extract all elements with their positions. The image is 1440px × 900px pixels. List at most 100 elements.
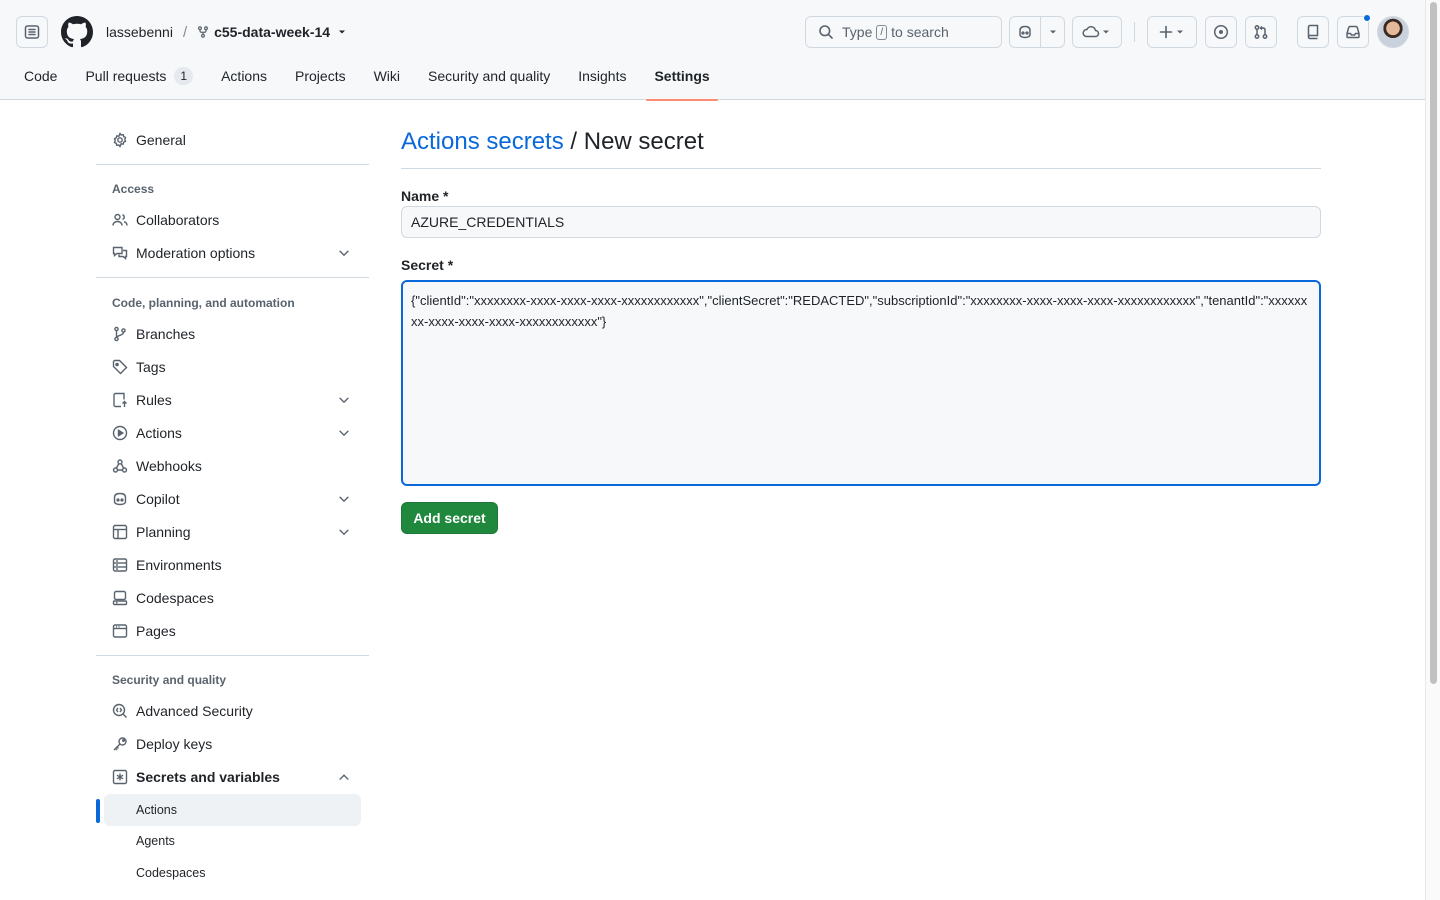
- tab-wiki[interactable]: Wiki: [366, 58, 408, 100]
- issue-opened-icon: [1213, 24, 1229, 40]
- tab-actions[interactable]: Actions: [213, 58, 275, 100]
- tab-projects[interactable]: Projects: [287, 58, 354, 100]
- sidebar-item-planning[interactable]: Planning: [104, 516, 361, 548]
- repo-dropdown-icon[interactable]: [336, 26, 348, 38]
- chevron-down-icon: [339, 496, 349, 503]
- pull-requests-button[interactable]: [1245, 16, 1277, 48]
- git-pull-request-icon: [1254, 25, 1268, 39]
- browser-icon: [112, 623, 128, 639]
- sidebar-item-advanced-security[interactable]: Advanced Security: [104, 695, 361, 727]
- secret-field-label: Secret *: [401, 257, 454, 273]
- scrollbar-thumb[interactable]: [1430, 2, 1437, 684]
- create-new-button[interactable]: [1147, 16, 1197, 48]
- sidebar-item-secrets-label: Secrets and variables: [136, 769, 280, 785]
- sidebar-item-pages[interactable]: Pages: [104, 615, 361, 647]
- name-field-label: Name *: [401, 188, 449, 204]
- page-scrollbar[interactable]: [1425, 0, 1440, 900]
- git-branch-icon: [112, 326, 128, 342]
- tab-code-label: Code: [24, 68, 58, 84]
- sidebar-item-secrets-and-variables[interactable]: Secrets and variables: [104, 761, 361, 793]
- user-avatar[interactable]: [1377, 16, 1409, 48]
- repo-push-icon: [112, 392, 128, 408]
- global-header: lassebenni / c55-data-week-14 Type / to …: [0, 0, 1425, 101]
- menu-button[interactable]: [16, 16, 48, 48]
- sidebar-heading-security: Security and quality: [112, 673, 227, 687]
- tab-wiki-label: Wiki: [373, 68, 401, 84]
- sidebar-item-codespaces[interactable]: Codespaces: [104, 582, 361, 614]
- search-placeholder-post: to search: [891, 24, 949, 40]
- header-top-row: lassebenni / c55-data-week-14 Type / to …: [16, 14, 1409, 49]
- sidebar-item-general[interactable]: General: [104, 124, 361, 156]
- issues-button[interactable]: [1205, 16, 1237, 48]
- secret-value-textarea[interactable]: {"clientId":"xxxxxxxx-xxxx-xxxx-xxxx-xxx…: [401, 280, 1321, 486]
- tab-projects-label: Projects: [295, 68, 346, 84]
- sidebar-subitem-codespaces[interactable]: Codespaces: [104, 857, 361, 889]
- sidebar-item-pages-label: Pages: [136, 623, 176, 639]
- tab-security-and-quality[interactable]: Security and quality: [420, 58, 558, 100]
- secret-name-input[interactable]: [401, 206, 1321, 238]
- codespaces-button-group: [1072, 16, 1122, 48]
- repositories-button[interactable]: [1297, 16, 1329, 48]
- triangle-down-icon: [1177, 30, 1183, 34]
- codespaces-icon: [112, 590, 128, 606]
- sidebar-item-collaborators-label: Collaborators: [136, 212, 220, 228]
- sidebar-subitem-codespaces-label: Codespaces: [136, 866, 206, 880]
- repo-branch-icon: [197, 26, 209, 38]
- tab-security-label: Security and quality: [428, 68, 551, 84]
- tab-pull-requests[interactable]: Pull requests 1: [77, 58, 201, 100]
- tab-settings[interactable]: Settings: [646, 58, 718, 101]
- sidebar-item-planning-label: Planning: [136, 524, 191, 540]
- sidebar-item-copilot[interactable]: Copilot: [104, 483, 361, 515]
- chevron-down-icon: [339, 250, 349, 257]
- copilot-button[interactable]: [1010, 17, 1040, 47]
- repo-owner-link[interactable]: lassebenni: [106, 24, 173, 40]
- page-title-text: / New secret: [563, 128, 704, 155]
- sidebar-heading-code: Code, planning, and automation: [112, 296, 295, 310]
- sidebar-item-tags[interactable]: Tags: [104, 351, 361, 383]
- sidebar-item-moderation-label: Moderation options: [136, 245, 256, 261]
- copilot-dropdown-button[interactable]: [1040, 17, 1064, 47]
- people-icon: [112, 212, 128, 228]
- sidebar-item-environments[interactable]: Environments: [104, 549, 361, 581]
- key-icon: [112, 736, 128, 752]
- repo-name-link[interactable]: c55-data-week-14: [214, 24, 330, 40]
- codespaces-button[interactable]: [1073, 17, 1121, 47]
- tab-actions-label: Actions: [221, 68, 268, 84]
- sidebar-subitem-actions-label: Actions: [136, 803, 177, 817]
- search-icon: [819, 25, 833, 39]
- sidebar-item-branches-label: Branches: [136, 326, 196, 342]
- sidebar-subitem-agents-label: Agents: [136, 834, 175, 848]
- sidebar-item-general-label: General: [136, 132, 186, 148]
- hamburger-icon: [24, 25, 40, 39]
- triangle-down-icon: [1103, 30, 1109, 34]
- sidebar-item-codespaces-label: Codespaces: [136, 590, 214, 606]
- sidebar-item-rules[interactable]: Rules: [104, 384, 361, 416]
- breadcrumb-actions-secrets-link[interactable]: Actions secrets: [401, 128, 564, 155]
- triangle-down-icon: [1049, 30, 1056, 34]
- sidebar-subitem-actions[interactable]: Actions: [104, 794, 361, 826]
- sidebar-item-branches[interactable]: Branches: [104, 318, 361, 350]
- tab-insights[interactable]: Insights: [570, 58, 634, 100]
- github-logo-icon[interactable]: [61, 16, 93, 48]
- codescan-icon: [112, 703, 128, 719]
- server-icon: [112, 557, 128, 573]
- sidebar-divider: [96, 164, 369, 165]
- active-item-indicator: [96, 799, 100, 823]
- copilot-button-group: [1009, 16, 1065, 48]
- sidebar-item-environments-label: Environments: [136, 557, 222, 573]
- sidebar-item-webhooks[interactable]: Webhooks: [104, 450, 361, 482]
- sidebar-subitem-agents[interactable]: Agents: [104, 825, 361, 857]
- sidebar-item-moderation[interactable]: Moderation options: [104, 237, 361, 269]
- sidebar-item-collaborators[interactable]: Collaborators: [104, 204, 361, 236]
- tab-code[interactable]: Code: [16, 58, 65, 100]
- header-divider: [1134, 22, 1135, 42]
- repo-icon: [1307, 24, 1319, 40]
- notifications-button[interactable]: [1337, 14, 1371, 48]
- notification-indicator: [1363, 14, 1371, 22]
- page-title: Actions secrets / New secret: [401, 128, 704, 156]
- add-secret-button[interactable]: Add secret: [401, 502, 498, 534]
- sidebar-item-actions[interactable]: Actions: [104, 417, 361, 449]
- sidebar-item-deploy-keys-label: Deploy keys: [136, 736, 213, 752]
- search-input[interactable]: Type / to search: [805, 16, 1002, 48]
- sidebar-item-deploy-keys[interactable]: Deploy keys: [104, 728, 361, 760]
